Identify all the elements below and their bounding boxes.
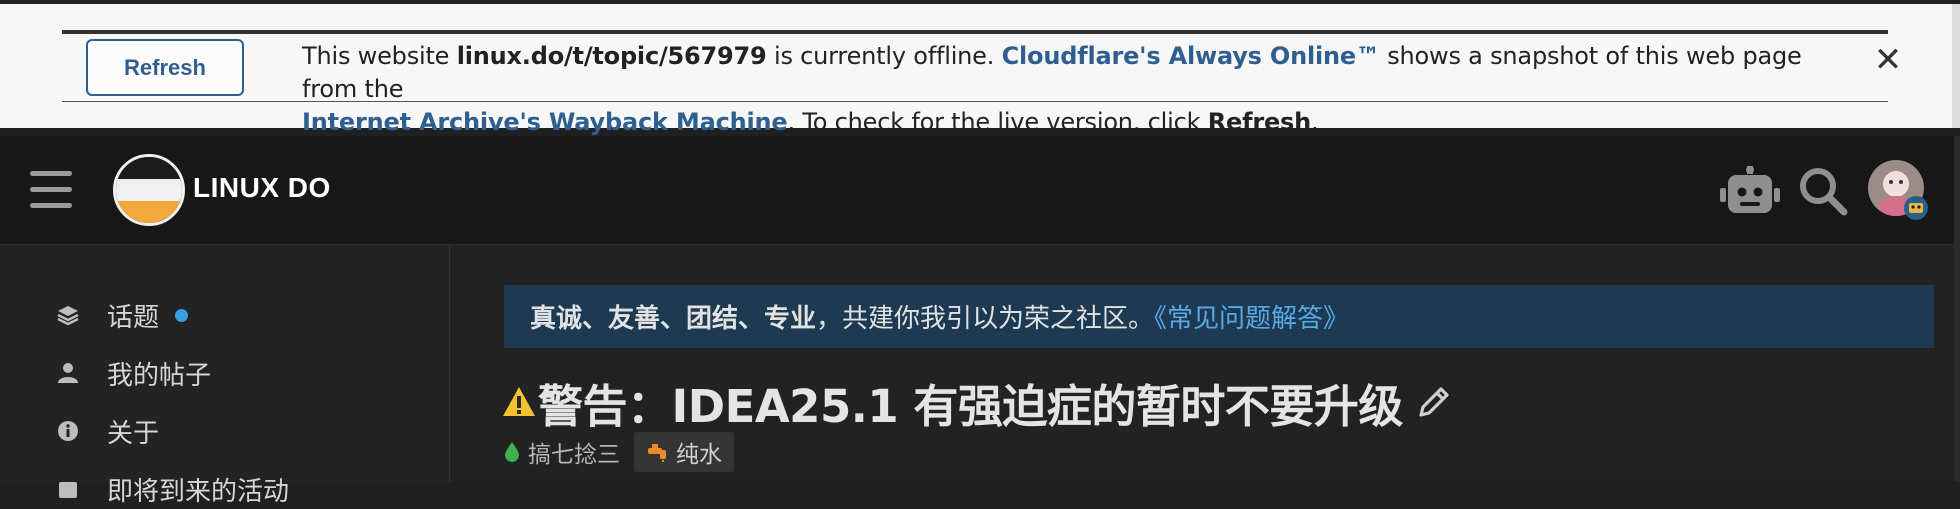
menu-icon[interactable] bbox=[30, 171, 72, 209]
site-header: LINUX DO bbox=[0, 136, 1960, 245]
drop-icon bbox=[504, 441, 520, 463]
banner-top-rule bbox=[62, 30, 1888, 34]
cloudflare-offline-banner: Refresh This website linux.do/t/topic/56… bbox=[0, 4, 1960, 136]
notice-values: 真诚、友善、团结、专业 bbox=[530, 304, 817, 334]
notice-text: ，共建你我引以为荣之社区。 bbox=[816, 304, 1155, 334]
banner-text: is currently offline. bbox=[766, 42, 1002, 70]
sidebar-item-my-posts[interactable]: 我的帖子 bbox=[55, 353, 211, 393]
person-icon bbox=[55, 360, 81, 386]
site-title[interactable]: LINUX DO bbox=[193, 172, 331, 204]
close-icon[interactable]: ✕ bbox=[1872, 42, 1904, 78]
community-notice: 真诚、友善、团结、专业，共建你我引以为荣之社区。《常见问题解答》 bbox=[504, 285, 1934, 348]
sidebar-item-label: 即将到来的活动 bbox=[107, 476, 290, 507]
layers-icon bbox=[55, 302, 81, 328]
refresh-button[interactable]: Refresh bbox=[86, 39, 244, 96]
banner-bottom-rule bbox=[62, 101, 1888, 102]
sidebar-item-about[interactable]: 关于 bbox=[55, 411, 159, 451]
always-online-link[interactable]: Cloudflare's Always Online™ bbox=[1002, 42, 1380, 70]
topic-meta-row: 搞七捻三 纯水 bbox=[504, 432, 734, 472]
calendar-icon bbox=[55, 476, 81, 502]
site-logo[interactable] bbox=[113, 154, 185, 226]
warning-icon bbox=[502, 385, 536, 419]
refresh-word: Refresh bbox=[1207, 108, 1312, 136]
search-icon[interactable] bbox=[1798, 166, 1848, 216]
faq-link[interactable]: 《常见问题解答》 bbox=[1154, 304, 1349, 334]
site-url: linux.do/t/topic/567979 bbox=[456, 42, 767, 70]
sidebar-item-upcoming-events[interactable]: 即将到来的活动 bbox=[55, 469, 289, 509]
tag-label: 纯水 bbox=[676, 442, 722, 468]
user-avatar[interactable] bbox=[1868, 160, 1930, 222]
info-icon bbox=[55, 418, 81, 444]
robot-icon[interactable] bbox=[1720, 166, 1780, 216]
banner-message: This website linux.do/t/topic/567979 is … bbox=[302, 40, 1802, 139]
wayback-machine-link[interactable]: Internet Archive's Wayback Machine bbox=[302, 108, 788, 136]
faucet-icon bbox=[646, 442, 670, 462]
sidebar-item-topics[interactable]: 话题 bbox=[55, 295, 189, 335]
banner-text: This website bbox=[302, 42, 457, 70]
sidebar-item-label: 话题 bbox=[107, 302, 160, 333]
topic-title-text: 警告：IDEA25.1 有强迫症的暂时不要升级 bbox=[538, 379, 1403, 433]
topic-title: 警告：IDEA25.1 有强迫症的暂时不要升级 bbox=[502, 372, 1453, 433]
unread-dot bbox=[175, 308, 189, 322]
tag-chip[interactable]: 纯水 bbox=[634, 432, 734, 472]
sidebar-item-label: 关于 bbox=[107, 418, 160, 449]
banner-text: . To check for the live version, click bbox=[787, 108, 1208, 136]
sidebar: 话题 我的帖子 关于 即将到来的活动 bbox=[0, 245, 450, 507]
page-scrollbar[interactable] bbox=[1954, 136, 1960, 482]
category-label: 搞七捻三 bbox=[528, 442, 620, 468]
category-badge[interactable]: 搞七捻三 bbox=[504, 435, 620, 469]
sidebar-item-label: 我的帖子 bbox=[107, 360, 212, 391]
edit-pencil-icon[interactable] bbox=[1415, 383, 1453, 421]
banner-text: . bbox=[1311, 108, 1319, 136]
